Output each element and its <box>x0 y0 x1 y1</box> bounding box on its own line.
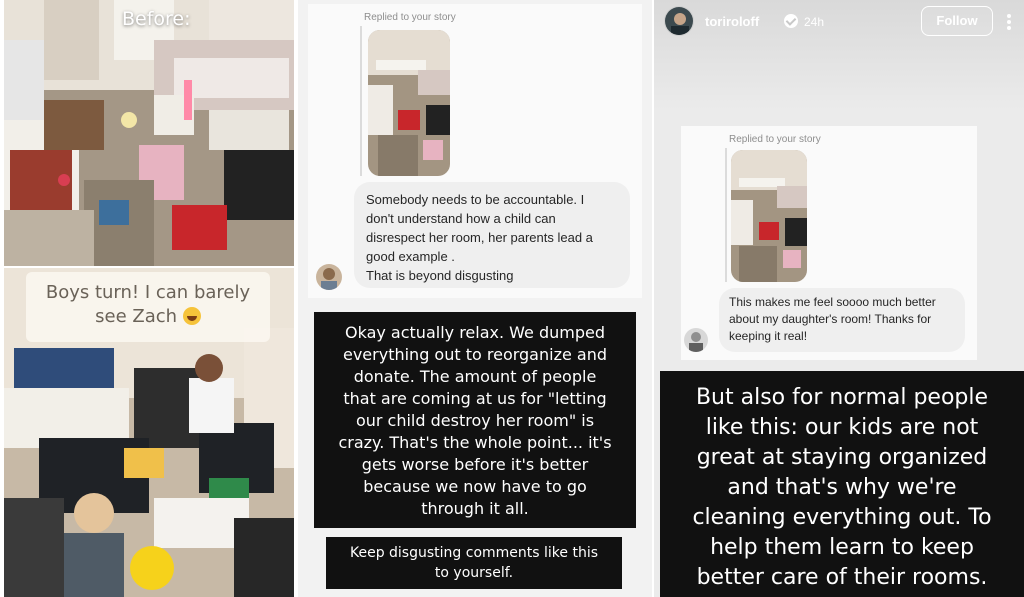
boys-caption-line-2: see Zach <box>26 305 270 329</box>
keep-line: Keep disgusting comments like this <box>349 545 598 561</box>
dm-card: Replied to your story Somebody needs to … <box>308 4 642 298</box>
boys-caption-line-2-text: see Zach <box>95 306 178 327</box>
reply-indicator-bar <box>360 26 362 176</box>
comment-line: disrespect her room, her parents lead a <box>366 230 593 245</box>
response-line: crazy. That's the whole point... it's <box>338 433 612 452</box>
comment-line: Somebody needs to be accountable. I <box>366 192 585 207</box>
supportive-message-bubble: This makes me feel soooo much better abo… <box>719 288 965 352</box>
message-line: keeping it real! <box>729 329 808 343</box>
dm-card: Replied to your story This makes me feel… <box>681 126 977 360</box>
response-line: gets worse before it's better <box>361 455 589 474</box>
response-line: everything out to reorganize and <box>342 345 607 364</box>
statement-text-box: But also for normal people like this: ou… <box>660 371 1024 597</box>
instagram-story-panel: toriroloff 24h Follow Replied to your st… <box>654 0 1024 597</box>
statement-line: But also for normal people <box>695 385 989 410</box>
boys-caption-line-1: Boys turn! I can barely <box>45 282 251 303</box>
before-label: Before: <box>122 8 191 30</box>
replied-to-story-label: Replied to your story <box>364 12 456 23</box>
statement-line: and that's why we're <box>727 475 957 500</box>
dm-screenshot-panel: Replied to your story Somebody needs to … <box>298 0 652 597</box>
sender-avatar[interactable] <box>684 328 708 352</box>
statement-line: help them learn to keep <box>710 535 974 560</box>
statement-line: great at staying organized <box>696 445 988 470</box>
statement-line: like this: our kids are not <box>705 415 979 440</box>
username[interactable]: toriroloff <box>705 14 759 29</box>
story-thumbnail[interactable] <box>368 30 450 176</box>
message-line: about my daughter's room! Thanks for <box>729 312 932 326</box>
response-line: our child destroy her room" is <box>355 411 595 430</box>
comment-line: That is beyond disgusting <box>366 268 514 283</box>
sender-avatar[interactable] <box>316 264 342 290</box>
keep-line: to yourself. <box>434 565 514 581</box>
comment-line: don't understand how a child can <box>366 211 556 226</box>
statement-line: cleaning everything out. To <box>692 505 992 530</box>
keep-comments-box: Keep disgusting comments like this to yo… <box>326 537 622 589</box>
post-time: 24h <box>804 15 825 29</box>
hate-comment-bubble: Somebody needs to be accountable. I don'… <box>354 182 630 288</box>
collage-panel: Before: Boys turn! I can barely see Zach <box>0 0 296 597</box>
response-line: that are coming at us for "letting <box>343 389 607 408</box>
verified-badge-icon <box>784 14 798 28</box>
profile-avatar[interactable] <box>664 6 694 36</box>
replied-to-story-label: Replied to your story <box>729 134 821 145</box>
message-line: This makes me feel soooo much better <box>729 295 936 309</box>
response-text-box: Okay actually relax. We dumped everythin… <box>314 312 636 528</box>
laughing-emoji-icon <box>182 307 201 325</box>
comment-line: good example . <box>366 249 455 264</box>
response-line: through it all. <box>421 499 529 518</box>
follow-button[interactable]: Follow <box>921 6 993 36</box>
more-options-icon[interactable] <box>1004 12 1014 32</box>
messy-girls-room-photo: Before: <box>4 0 294 266</box>
response-line: because we now have to go <box>363 477 587 496</box>
response-line: donate. The amount of people <box>353 367 597 386</box>
statement-line: better care of their rooms. <box>696 565 988 590</box>
boys-turn-caption: Boys turn! I can barely see Zach <box>26 272 270 342</box>
story-thumbnail[interactable] <box>731 150 807 282</box>
reply-indicator-bar <box>725 148 727 282</box>
response-line: Okay actually relax. We dumped <box>344 323 605 342</box>
